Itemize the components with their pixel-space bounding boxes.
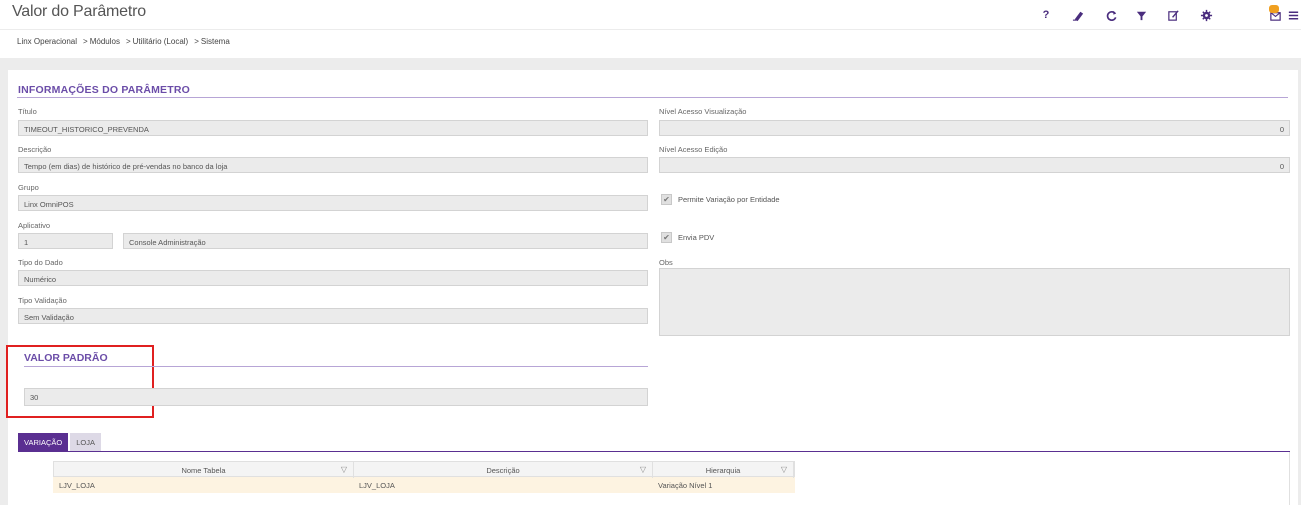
- column-filter-icon[interactable]: ▽: [341, 465, 347, 474]
- page-title: Valor do Parâmetro: [12, 3, 146, 20]
- breadcrumb-item[interactable]: Sistema: [201, 37, 230, 46]
- breadcrumb-separator: >: [125, 37, 131, 46]
- valor-padrao-divider: [24, 366, 648, 367]
- filter-icon[interactable]: [1131, 5, 1151, 25]
- nivel-visualizacao-label: Nível Acesso Visualização: [659, 107, 747, 116]
- aplicativo-label: Aplicativo: [18, 221, 51, 230]
- content-divider: [0, 58, 1301, 70]
- column-label: Nome Tabela: [181, 466, 226, 475]
- aplicativo-code-field[interactable]: 1: [18, 233, 113, 249]
- breadcrumb-separator: >: [194, 37, 199, 46]
- panel-border: [1289, 452, 1290, 505]
- column-filter-icon[interactable]: ▽: [781, 465, 787, 474]
- eraser-icon[interactable]: [1068, 5, 1088, 25]
- tab-variacao[interactable]: VARIAÇÃO: [18, 433, 69, 451]
- permite-variacao-label: Permite Variação por Entidade: [678, 195, 780, 204]
- envia-pdv-checkbox-row[interactable]: ✔ Envia PDV: [661, 232, 714, 243]
- section-title: INFORMAÇÕES DO PARÂMETRO: [18, 84, 191, 96]
- grupo-field[interactable]: Linx OmniPOS: [18, 195, 648, 211]
- tipo-dado-field[interactable]: Numérico: [18, 270, 648, 286]
- tipo-validacao-field[interactable]: Sem Validação: [18, 308, 648, 324]
- mail-icon[interactable]: [1265, 5, 1285, 25]
- titulo-field[interactable]: TIMEOUT_HISTORICO_PREVENDA: [18, 120, 648, 136]
- nivel-edicao-label: Nível Acesso Edição: [659, 145, 728, 154]
- tipo-validacao-label: Tipo Validação: [18, 296, 67, 305]
- breadcrumb-item[interactable]: Linx Operacional: [17, 37, 77, 46]
- column-header-nome-tabela[interactable]: Nome Tabela ▽: [54, 462, 354, 478]
- section-divider: [17, 97, 1288, 98]
- top-bar: Valor do Parâmetro ?: [0, 0, 1301, 30]
- grupo-label: Grupo: [18, 183, 39, 192]
- obs-textarea[interactable]: [659, 268, 1290, 336]
- tab-underline: [18, 451, 1290, 452]
- table-cell: LJV_LOJA: [59, 481, 95, 490]
- breadcrumb: Linx Operacional > Módulos > Utilitário (Loc…: [17, 37, 232, 51]
- checkmark-icon[interactable]: ✔: [661, 232, 672, 243]
- titulo-label: Título: [18, 107, 37, 116]
- page-margin-left: [0, 58, 8, 505]
- refresh-icon[interactable]: [1101, 5, 1121, 25]
- help-icon[interactable]: ?: [1036, 5, 1056, 25]
- breadcrumb-item[interactable]: Módulos: [90, 37, 120, 46]
- edit-icon[interactable]: [1163, 5, 1183, 25]
- table-row[interactable]: LJV_LOJA LJV_LOJA Variação Nível 1: [53, 477, 795, 493]
- notification-badge: [1269, 5, 1279, 13]
- checkmark-icon[interactable]: ✔: [661, 194, 672, 205]
- valor-padrao-title: VALOR PADRÃO: [24, 352, 108, 364]
- column-filter-icon[interactable]: ▽: [640, 465, 646, 474]
- valor-padrao-field[interactable]: 30: [24, 388, 648, 406]
- nivel-visualizacao-field[interactable]: 0: [659, 120, 1290, 136]
- table-cell: Variação Nível 1: [658, 481, 713, 490]
- breadcrumb-separator: >: [83, 37, 88, 46]
- aplicativo-name-field[interactable]: Console Administração: [123, 233, 648, 249]
- variacao-grid: Nome Tabela ▽ Descrição ▽ Hierarquia ▽ L…: [53, 461, 795, 493]
- breadcrumb-item[interactable]: Utilitário (Local): [133, 37, 189, 46]
- column-label: Descrição: [486, 466, 520, 475]
- table-cell: LJV_LOJA: [359, 481, 395, 490]
- column-header-descricao[interactable]: Descrição ▽: [354, 462, 653, 478]
- tipo-dado-label: Tipo do Dado: [18, 258, 63, 267]
- settings-icon[interactable]: [1196, 5, 1216, 25]
- envia-pdv-label: Envia PDV: [678, 233, 715, 242]
- menu-icon[interactable]: [1283, 5, 1301, 25]
- permite-variacao-checkbox-row[interactable]: ✔ Permite Variação por Entidade: [661, 194, 780, 205]
- nivel-edicao-field[interactable]: 0: [659, 157, 1290, 173]
- obs-label: Obs: [659, 258, 673, 267]
- column-label: Hierarquia: [705, 466, 741, 475]
- descricao-label: Descrição: [18, 145, 52, 154]
- grid-header: Nome Tabela ▽ Descrição ▽ Hierarquia ▽: [53, 461, 795, 478]
- column-header-hierarquia[interactable]: Hierarquia ▽: [653, 462, 794, 478]
- tab-bar: VARIAÇÃO LOJA: [18, 433, 101, 451]
- tab-loja[interactable]: LOJA: [70, 433, 101, 451]
- descricao-field[interactable]: Tempo (em dias) de histórico de pré-vend…: [18, 157, 648, 173]
